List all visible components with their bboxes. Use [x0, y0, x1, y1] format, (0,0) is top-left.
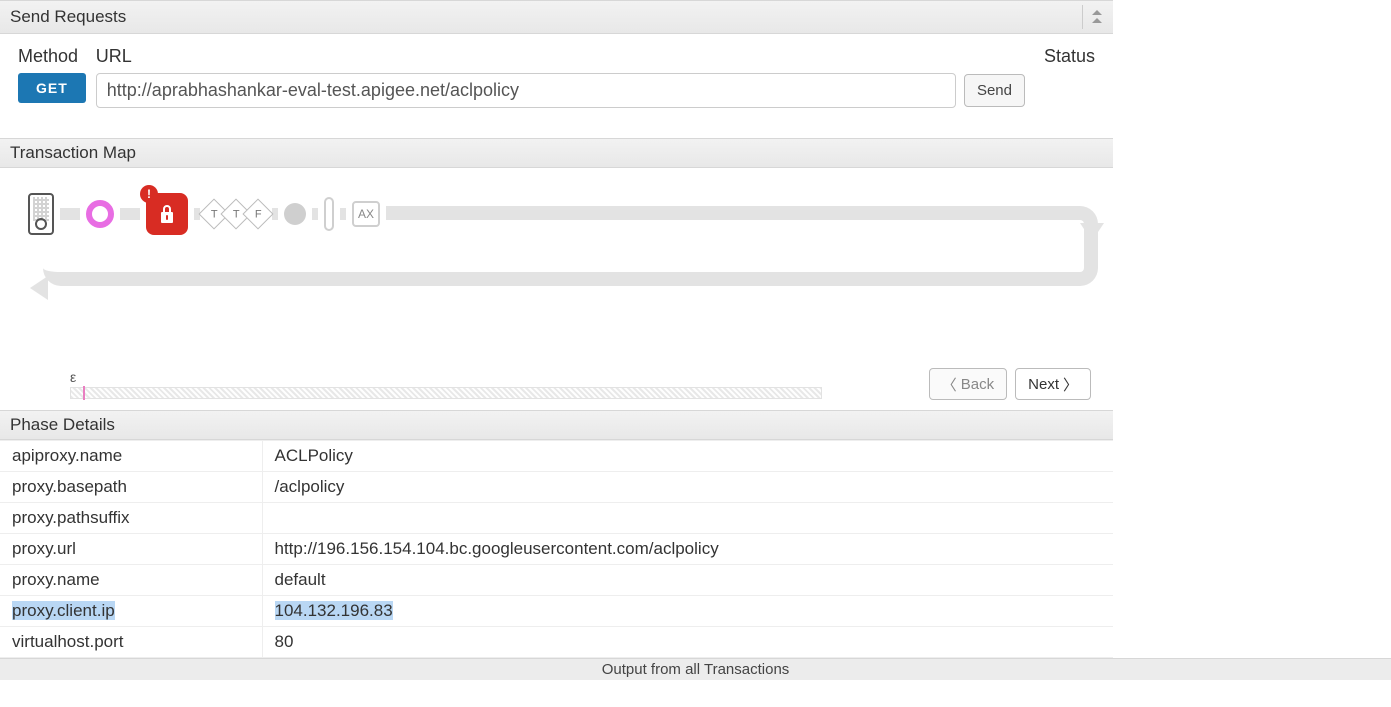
table-row[interactable]: virtualhost.port80: [0, 627, 1113, 658]
detail-key: virtualhost.port: [0, 627, 262, 658]
detail-value: [262, 503, 1113, 534]
timeline[interactable]: ε: [22, 369, 822, 399]
epsilon-label: ε: [70, 369, 822, 385]
detail-key: proxy.basepath: [0, 472, 262, 503]
request-start-node[interactable]: [86, 200, 114, 228]
back-button[interactable]: 〈 Back: [929, 368, 1007, 400]
url-input[interactable]: [96, 73, 956, 108]
detail-value: default: [262, 565, 1113, 596]
method-dropdown[interactable]: GET: [18, 73, 86, 103]
phase-details-title: Phase Details: [10, 415, 115, 435]
phase-details-table: apiproxy.nameACLPolicyproxy.basepath/acl…: [0, 440, 1113, 658]
flow-separator: [324, 197, 334, 231]
phase-details-header: Phase Details: [0, 410, 1113, 440]
chevron-left-icon: 〈: [942, 374, 957, 395]
main-container: Send Requests Method GET URL Send Status: [0, 0, 1113, 658]
table-row[interactable]: proxy.client.ip104.132.196.83: [0, 596, 1113, 627]
detail-value: http://196.156.154.104.bc.googleusercont…: [262, 534, 1113, 565]
status-label: Status: [1044, 46, 1095, 67]
table-row[interactable]: proxy.urlhttp://196.156.154.104.bc.googl…: [0, 534, 1113, 565]
detail-key: proxy.pathsuffix: [0, 503, 262, 534]
error-badge-icon: !: [140, 185, 158, 203]
send-requests-header: Send Requests: [0, 0, 1113, 34]
collapse-icon[interactable]: [1082, 5, 1103, 29]
detail-key: proxy.url: [0, 534, 262, 565]
detail-value: ACLPolicy: [262, 441, 1113, 472]
transaction-map-title: Transaction Map: [10, 143, 136, 163]
table-row[interactable]: proxy.pathsuffix: [0, 503, 1113, 534]
analytics-node[interactable]: AX: [352, 201, 380, 227]
next-button[interactable]: Next 〉: [1015, 368, 1091, 400]
url-label: URL: [96, 46, 1025, 67]
detail-value: 80: [262, 627, 1113, 658]
client-icon[interactable]: [28, 193, 54, 235]
detail-key: proxy.name: [0, 565, 262, 596]
detail-key: proxy.client.ip: [0, 596, 262, 627]
detail-value: 104.132.196.83: [262, 596, 1113, 627]
transaction-map-body: ! T T F AX ε: [0, 168, 1113, 410]
acl-policy-node[interactable]: !: [146, 193, 188, 235]
transaction-map-header: Transaction Map: [0, 138, 1113, 168]
method-label: Method: [18, 46, 86, 67]
footer-bar[interactable]: Output from all Transactions: [0, 658, 1391, 680]
table-row[interactable]: apiproxy.nameACLPolicy: [0, 441, 1113, 472]
detail-key: apiproxy.name: [0, 441, 262, 472]
flow-diagram: ! T T F AX: [18, 188, 1095, 318]
table-row[interactable]: proxy.basepath/aclpolicy: [0, 472, 1113, 503]
chevron-right-icon: 〉: [1063, 374, 1078, 395]
send-requests-title: Send Requests: [10, 7, 126, 27]
detail-value: /aclpolicy: [262, 472, 1113, 503]
flow-node[interactable]: [284, 203, 306, 225]
send-requests-body: Method GET URL Send Status: [0, 34, 1113, 138]
send-button[interactable]: Send: [964, 74, 1025, 107]
condition-diamond[interactable]: F: [242, 198, 273, 229]
table-row[interactable]: proxy.namedefault: [0, 565, 1113, 596]
